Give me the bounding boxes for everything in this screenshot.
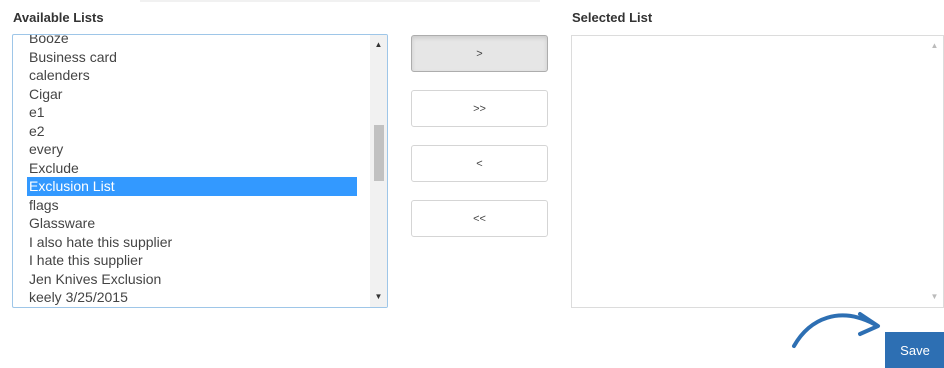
move-selected-right-button[interactable]: >	[411, 35, 548, 72]
list-item[interactable]: e2	[13, 122, 369, 141]
scroll-down-arrow-icon[interactable]: ▼	[370, 289, 387, 305]
list-item[interactable]: calenders	[13, 66, 369, 85]
cropped-header-remnant	[140, 0, 540, 2]
list-item[interactable]: Booze	[13, 35, 369, 48]
selected-list-listbox[interactable]: ▲ ▼	[571, 35, 944, 308]
list-item[interactable]: Glassware	[13, 214, 369, 233]
move-selected-left-button[interactable]: <	[411, 145, 548, 182]
list-item[interactable]: I also hate this supplier	[13, 233, 369, 252]
scroll-down-arrow-icon[interactable]: ▼	[926, 289, 943, 305]
list-item[interactable]: Exclude	[13, 159, 369, 178]
selected-list-label: Selected List	[572, 10, 653, 25]
scrollbar-thumb[interactable]	[374, 125, 384, 181]
list-item[interactable]: keely 3/25/2015	[13, 288, 369, 307]
available-lists-label: Available Lists	[13, 10, 104, 25]
list-item[interactable]: Jen Knives Exclusion	[13, 270, 369, 289]
list-item[interactable]: every	[13, 140, 369, 159]
scroll-up-arrow-icon[interactable]: ▲	[370, 37, 387, 53]
annotation-arrow-icon	[792, 312, 880, 348]
move-all-left-button[interactable]: <<	[411, 200, 548, 237]
list-item[interactable]: Cigar	[13, 85, 369, 104]
list-item-selected[interactable]: Exclusion List	[27, 177, 357, 196]
list-item[interactable]: I hate this supplier	[13, 251, 369, 270]
move-all-right-button[interactable]: >>	[411, 90, 548, 127]
available-lists-scrollbar[interactable]: ▲ ▼	[370, 35, 387, 307]
list-item[interactable]: Business card	[13, 48, 369, 67]
list-item[interactable]: flags	[13, 196, 369, 215]
available-lists-listbox[interactable]: Booze Business card calenders Cigar e1 e…	[12, 34, 388, 308]
scroll-up-arrow-icon[interactable]: ▲	[926, 38, 943, 54]
available-lists-items: Booze Business card calenders Cigar e1 e…	[13, 35, 369, 307]
save-button[interactable]: Save	[885, 332, 944, 368]
list-item[interactable]: e1	[13, 103, 369, 122]
